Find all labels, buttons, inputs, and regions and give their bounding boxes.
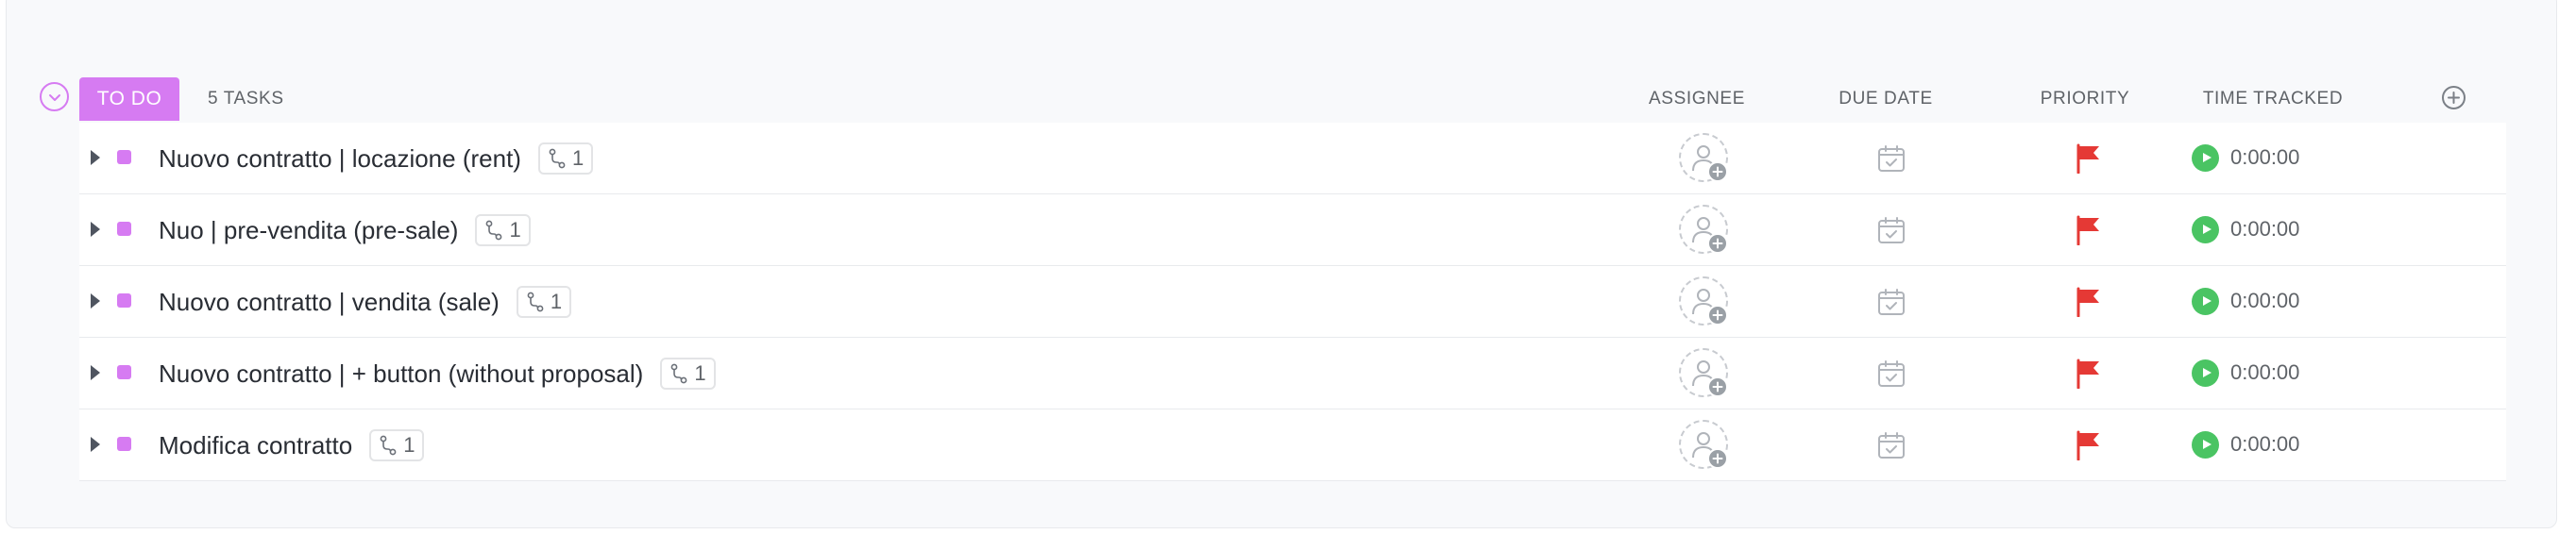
status-label[interactable]: TO DO — [79, 77, 179, 121]
status-indicator[interactable] — [117, 150, 131, 164]
task-name-cell: Nuovo contratto | + button (without prop… — [159, 357, 716, 391]
task-name[interactable]: Modifica contratto — [159, 431, 352, 460]
start-timer-button[interactable] — [2192, 215, 2219, 243]
task-name-cell: Nuovo contratto | locazione (rent) 1 — [159, 142, 594, 175]
collapse-group-button[interactable] — [40, 82, 69, 111]
play-icon — [2202, 440, 2212, 449]
flag-icon[interactable] — [2074, 215, 2102, 245]
add-icon — [1707, 305, 1728, 326]
time-value: 0:00:00 — [2230, 432, 2300, 456]
start-timer-button[interactable] — [2192, 143, 2219, 172]
task-name-cell: Nuo | pre-vendita (pre-sale) 1 — [159, 213, 531, 247]
time-tracked-cell[interactable]: 0:00:00 — [2192, 214, 2299, 244]
flag-icon[interactable] — [2074, 430, 2102, 460]
time-value: 0:00:00 — [2230, 360, 2300, 384]
task-name[interactable]: Nuo | pre-vendita (pre-sale) — [159, 216, 458, 245]
add-icon — [1707, 233, 1728, 254]
column-header-time-tracked[interactable]: TIME TRACKED — [2203, 89, 2343, 109]
start-timer-button[interactable] — [2192, 359, 2219, 387]
subtask-count-badge[interactable]: 1 — [475, 214, 531, 246]
subtask-count-badge[interactable]: 1 — [660, 358, 716, 390]
subtask-count: 1 — [550, 290, 563, 313]
assignee-picker[interactable] — [1679, 348, 1728, 397]
start-timer-button[interactable] — [2192, 287, 2219, 315]
task-name-cell: Nuovo contratto | vendita (sale) 1 — [159, 285, 572, 319]
subtask-count-badge[interactable]: 1 — [369, 429, 425, 461]
flag-icon[interactable] — [2074, 287, 2102, 317]
assignee-picker[interactable] — [1679, 276, 1728, 326]
status-indicator[interactable] — [117, 437, 131, 451]
subtask-icon — [527, 292, 544, 312]
time-tracked-cell[interactable]: 0:00:00 — [2192, 142, 2299, 173]
subtask-count: 1 — [509, 218, 521, 242]
subtask-icon — [380, 435, 397, 456]
expand-subtasks-icon[interactable] — [91, 365, 100, 380]
expand-subtasks-icon[interactable] — [91, 150, 100, 165]
calendar-check-icon[interactable] — [1876, 287, 1907, 317]
status-indicator[interactable] — [117, 293, 131, 308]
subtask-count-badge[interactable]: 1 — [537, 142, 594, 175]
expand-subtasks-icon[interactable] — [91, 437, 100, 452]
flag-icon[interactable] — [2074, 359, 2102, 389]
add-icon — [1707, 376, 1728, 397]
plus-icon — [2448, 92, 2460, 104]
subtask-icon — [549, 148, 566, 169]
task-count: 5 TASKS — [208, 89, 284, 109]
column-header-priority[interactable]: PRIORITY — [2041, 89, 2130, 109]
subtask-icon — [670, 363, 687, 384]
subtask-count: 1 — [571, 146, 585, 170]
task-list: Nuovo contratto | locazione (rent) 1 0:0… — [79, 123, 2506, 481]
column-header-due-date[interactable]: DUE DATE — [1839, 89, 1932, 109]
calendar-check-icon[interactable] — [1876, 430, 1907, 460]
task-row[interactable]: Nuovo contratto | + button (without prop… — [79, 338, 2506, 409]
time-tracked-cell[interactable]: 0:00:00 — [2192, 429, 2299, 459]
calendar-check-icon[interactable] — [1876, 359, 1907, 389]
task-row[interactable]: Nuo | pre-vendita (pre-sale) 1 0:00:00 — [79, 194, 2506, 266]
start-timer-button[interactable] — [2192, 430, 2219, 459]
assignee-picker[interactable] — [1679, 205, 1728, 254]
subtask-count: 1 — [403, 433, 415, 457]
add-icon — [1707, 161, 1728, 182]
add-column-button[interactable] — [2442, 86, 2466, 109]
task-row[interactable]: Nuovo contratto | vendita (sale) 1 0:00:… — [79, 266, 2506, 338]
play-icon — [2202, 368, 2212, 377]
calendar-check-icon[interactable] — [1876, 143, 1907, 174]
time-value: 0:00:00 — [2230, 217, 2300, 241]
time-tracked-cell[interactable]: 0:00:00 — [2192, 358, 2299, 388]
calendar-check-icon[interactable] — [1876, 215, 1907, 245]
subtask-count-badge[interactable]: 1 — [516, 286, 572, 318]
time-tracked-cell[interactable]: 0:00:00 — [2192, 286, 2299, 316]
time-value: 0:00:00 — [2230, 289, 2300, 312]
status-indicator[interactable] — [117, 222, 131, 236]
task-name[interactable]: Nuovo contratto | locazione (rent) — [159, 144, 521, 174]
flag-icon[interactable] — [2074, 143, 2102, 174]
task-row[interactable]: Nuovo contratto | locazione (rent) 1 0:0… — [79, 123, 2506, 194]
task-name[interactable]: Nuovo contratto | + button (without prop… — [159, 359, 643, 389]
expand-subtasks-icon[interactable] — [91, 293, 100, 309]
expand-subtasks-icon[interactable] — [91, 222, 100, 237]
subtask-icon — [486, 220, 502, 241]
play-icon — [2202, 225, 2212, 234]
assignee-picker[interactable] — [1679, 420, 1728, 469]
subtask-count: 1 — [694, 361, 706, 385]
status-indicator[interactable] — [117, 365, 131, 379]
play-icon — [2202, 153, 2212, 162]
time-value: 0:00:00 — [2230, 145, 2300, 169]
column-header-assignee[interactable]: ASSIGNEE — [1649, 89, 1745, 109]
assignee-picker[interactable] — [1679, 133, 1728, 182]
add-icon — [1707, 448, 1728, 469]
status-group-header: TO DO 5 TASKS ASSIGNEE DUE DATE PRIORITY… — [0, 0, 2576, 123]
chevron-down-icon — [48, 93, 60, 101]
play-icon — [2202, 296, 2212, 306]
task-name-cell: Modifica contratto 1 — [159, 428, 425, 462]
task-row[interactable]: Modifica contratto 1 0:00:00 — [79, 409, 2506, 481]
task-name[interactable]: Nuovo contratto | vendita (sale) — [159, 288, 500, 317]
